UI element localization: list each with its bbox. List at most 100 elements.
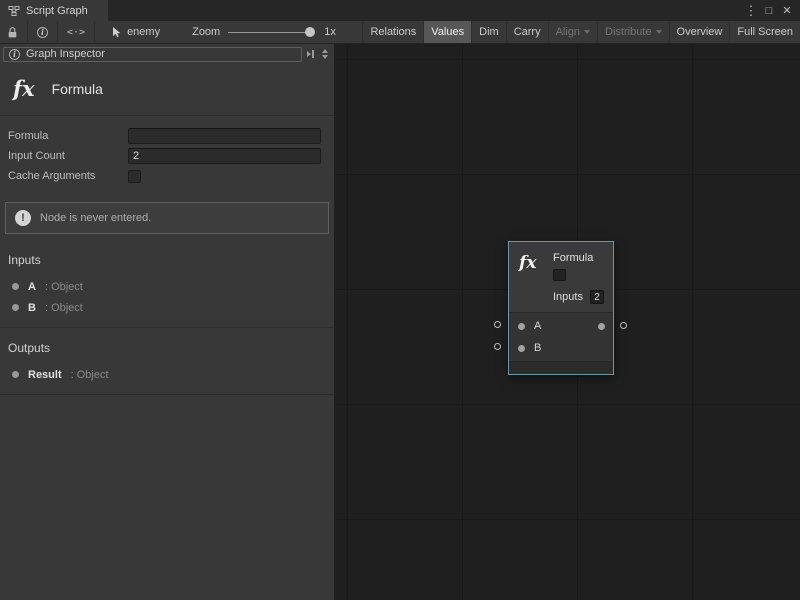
inspected-node-title: Formula (52, 81, 103, 97)
graph-canvas[interactable]: fx Formula Inputs 2 A B (335, 44, 800, 600)
scroll-down-icon[interactable] (322, 55, 328, 59)
chevron-down-icon (656, 30, 662, 34)
toolbar-separator (94, 21, 95, 44)
port-type: : Object (45, 281, 83, 293)
unconnected-port-b-icon[interactable] (494, 343, 501, 350)
full-screen-button[interactable]: Full Screen (729, 21, 800, 43)
distribute-dropdown[interactable]: Distribute (597, 21, 668, 43)
node-port-row-a: A (509, 315, 613, 337)
warning-box: ! Node is never entered. (5, 202, 329, 234)
relations-button[interactable]: Relations (362, 21, 423, 43)
scroll-up-icon[interactable] (322, 49, 328, 53)
outputs-section-header: Outputs (0, 328, 334, 364)
node-formula-input[interactable] (553, 269, 566, 281)
graph-inspector-panel: i Graph Inspector fx Formula Formula Inp… (0, 44, 335, 600)
node-input-count-field[interactable]: 2 (590, 290, 604, 304)
script-graph-icon (8, 5, 20, 17)
dim-button[interactable]: Dim (471, 21, 506, 43)
output-port-row-result: Result : Object (0, 364, 334, 385)
port-a-input-dot[interactable] (518, 323, 525, 330)
formula-field-label: Formula (8, 130, 128, 142)
chevron-down-icon (584, 30, 590, 34)
zoom-slider[interactable] (228, 32, 314, 33)
inspected-node-header: fx Formula (0, 63, 334, 116)
values-label: Values (431, 26, 464, 38)
inspector-header-title: Graph Inspector (26, 48, 105, 60)
port-name: A (28, 281, 36, 293)
node-inputs-row: Inputs 2 (553, 290, 605, 304)
tab-script-graph[interactable]: Script Graph (0, 0, 108, 21)
values-button[interactable]: Values (423, 21, 471, 43)
node-inputs-label: Inputs (553, 291, 583, 303)
zoom-label: Zoom (192, 26, 220, 38)
popout-icon[interactable] (305, 50, 316, 58)
port-type: : Object (45, 302, 83, 314)
graph-breadcrumb[interactable]: enemy (127, 26, 160, 38)
graph-toolbar: i <·> enemy Zoom 1x Relations Values Dim (0, 21, 800, 44)
window-menu-icon[interactable]: ⋮ (743, 3, 759, 19)
toolbar-separator (57, 21, 58, 44)
tab-bar: Script Graph ⋮ □ ✕ (0, 0, 800, 21)
inspector-fields: Formula Input Count Cache Arguments (0, 116, 334, 194)
unconnected-port-a-icon[interactable] (494, 321, 501, 328)
input-count-label: Input Count (8, 150, 128, 162)
close-icon[interactable]: ✕ (779, 4, 795, 17)
port-dot-icon (12, 371, 19, 378)
toolbar-separator (27, 21, 28, 44)
port-b-label: B (534, 342, 541, 354)
graph-pointer-icon (110, 26, 122, 38)
cache-arguments-label: Cache Arguments (8, 170, 128, 182)
carry-button[interactable]: Carry (506, 21, 548, 43)
fx-icon: fx (519, 253, 536, 273)
port-b-input-dot[interactable] (518, 345, 525, 352)
formula-node[interactable]: fx Formula Inputs 2 A B (508, 241, 614, 375)
inspector-toggle-icon[interactable]: i (37, 27, 48, 38)
formula-input[interactable] (128, 128, 321, 144)
align-dropdown[interactable]: Align (548, 21, 597, 43)
inspector-header: i Graph Inspector (0, 44, 334, 63)
divider (0, 394, 334, 395)
cache-arguments-checkbox[interactable] (128, 170, 141, 183)
port-dot-icon (12, 304, 19, 311)
node-footer (509, 361, 613, 374)
relations-label: Relations (370, 26, 416, 38)
result-output-dot[interactable] (598, 323, 605, 330)
maximize-icon[interactable]: □ (761, 5, 777, 17)
window-controls: ⋮ □ ✕ (743, 0, 800, 21)
dim-label: Dim (479, 26, 499, 38)
cache-arguments-row: Cache Arguments (8, 166, 321, 186)
node-ports-section: A B (509, 313, 613, 361)
formula-node-header: fx Formula Inputs 2 (509, 242, 613, 312)
warning-icon: ! (15, 210, 31, 226)
overview-button[interactable]: Overview (669, 21, 730, 43)
script-graph-window: Script Graph ⋮ □ ✕ i <·> enemy Zoom (0, 0, 800, 600)
port-name: Result (28, 369, 62, 381)
port-name: B (28, 302, 36, 314)
lock-icon[interactable] (7, 26, 18, 39)
port-type: : Object (71, 369, 109, 381)
full-screen-label: Full Screen (737, 26, 793, 38)
toolbar-button-group: Relations Values Dim Carry Align Distrib… (362, 21, 800, 43)
input-count-field-row: Input Count (8, 146, 321, 166)
tab-title: Script Graph (26, 5, 88, 17)
formula-node-title: Formula (553, 251, 605, 265)
distribute-label: Distribute (605, 26, 651, 38)
inputs-section-header: Inputs (0, 240, 334, 276)
overview-label: Overview (677, 26, 723, 38)
carry-label: Carry (514, 26, 541, 38)
node-port-row-b: B (509, 337, 613, 359)
formula-field-row: Formula (8, 126, 321, 146)
zoom-slider-knob[interactable] (305, 27, 315, 37)
warning-text: Node is never entered. (40, 212, 151, 224)
unconnected-result-port-icon[interactable] (620, 322, 627, 329)
port-dot-icon (12, 283, 19, 290)
port-a-label: A (534, 320, 541, 332)
input-port-row-a: A : Object (0, 276, 334, 297)
code-view-icon[interactable]: <·> (67, 27, 85, 38)
inspector-header-dropdown[interactable]: i Graph Inspector (3, 47, 302, 62)
input-count-input[interactable] (128, 148, 321, 164)
zoom-value: 1x (324, 26, 336, 38)
input-port-row-b: B : Object (0, 297, 334, 318)
fx-icon: fx (10, 76, 35, 101)
header-scrubber[interactable] (319, 49, 332, 59)
